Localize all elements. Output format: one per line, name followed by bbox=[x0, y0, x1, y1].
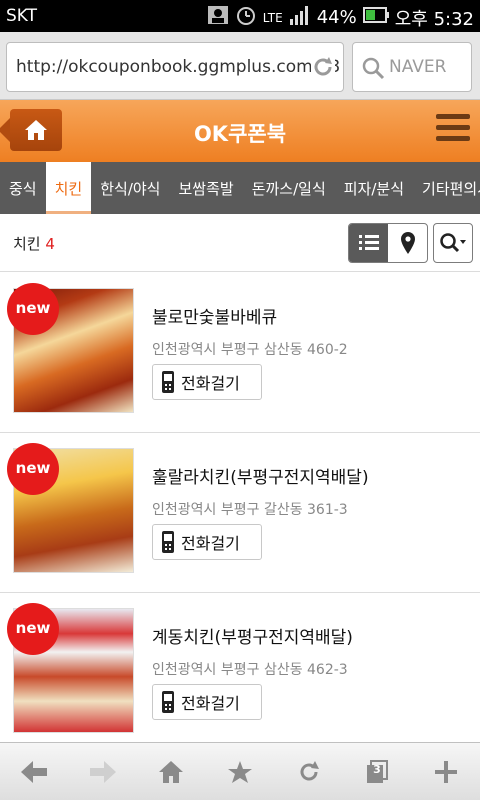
alarm-icon bbox=[235, 4, 257, 31]
tab-etc[interactable]: 기타편의시 bbox=[413, 162, 480, 214]
home-nav-button[interactable] bbox=[146, 747, 196, 797]
tabs-button[interactable]: 3 bbox=[352, 747, 402, 797]
search-placeholder: NAVER bbox=[389, 57, 447, 77]
browser-toolbar: http://okcouponbook.ggmplus.com/48 NAVER bbox=[0, 32, 480, 100]
call-label: 전화걸기 bbox=[181, 374, 240, 393]
menu-icon-bar bbox=[436, 114, 470, 119]
call-button[interactable]: 전화걸기 bbox=[152, 364, 262, 400]
store-address: 인천광역시 부평구 삼산동 460-2 bbox=[152, 342, 348, 358]
reload-icon[interactable] bbox=[311, 55, 335, 79]
store-name[interactable]: 불로만숯불바베큐 bbox=[152, 303, 277, 328]
phone-icon bbox=[162, 371, 174, 393]
view-toggle bbox=[348, 223, 428, 263]
new-badge: new bbox=[7, 283, 59, 335]
store-address: 인천광역시 부평구 삼산동 462-3 bbox=[152, 662, 348, 678]
tab-korean-night[interactable]: 한식/야식 bbox=[91, 162, 169, 214]
result-count: 치킨 4 bbox=[13, 233, 55, 254]
count-value: 4 bbox=[45, 235, 55, 253]
new-badge: new bbox=[7, 443, 59, 495]
map-pin-icon bbox=[400, 232, 415, 254]
count-label: 치킨 bbox=[13, 235, 41, 253]
bookmark-button[interactable] bbox=[215, 747, 265, 797]
tab-donkatsu[interactable]: 돈까스/일식 bbox=[243, 162, 335, 214]
tab-chinese[interactable]: 중식 bbox=[0, 162, 46, 214]
tab-pizza[interactable]: 피자/분식 bbox=[335, 162, 413, 214]
carrier-label: SKT bbox=[6, 6, 38, 26]
call-label: 전화걸기 bbox=[181, 534, 240, 553]
network-label: LTE bbox=[262, 10, 283, 25]
refresh-icon bbox=[300, 760, 319, 780]
store-name[interactable]: 훌랄라치킨(부평구전지역배달) bbox=[152, 463, 369, 488]
phone-icon bbox=[162, 531, 174, 553]
list-item[interactable]: new 계동치킨(부평구전지역배달) 인천광역시 부평구 삼산동 462-3 전… bbox=[0, 593, 480, 753]
tab-bossam[interactable]: 보쌈족발 bbox=[169, 162, 242, 214]
clock: 오후 5:32 bbox=[394, 8, 474, 30]
home-icon bbox=[159, 760, 184, 783]
forward-button[interactable] bbox=[78, 747, 128, 797]
list-icon bbox=[358, 235, 379, 250]
refresh-button[interactable] bbox=[284, 747, 334, 797]
menu-icon-bar bbox=[436, 136, 470, 141]
search-input[interactable]: NAVER bbox=[352, 42, 472, 92]
search-dropdown-icon bbox=[440, 233, 466, 253]
menu-button[interactable] bbox=[436, 114, 470, 146]
store-address: 인천광역시 부평구 갈산동 361-3 bbox=[152, 502, 348, 518]
map-view-button[interactable] bbox=[388, 224, 427, 262]
list-item[interactable]: new 불로만숯불바베큐 인천광역시 부평구 삼산동 460-2 전화걸기 bbox=[0, 273, 480, 433]
list-toolbar: 치킨 4 bbox=[0, 214, 480, 272]
call-label: 전화걸기 bbox=[181, 694, 240, 713]
forward-arrow-icon bbox=[89, 760, 116, 783]
call-button[interactable]: 전화걸기 bbox=[152, 684, 262, 720]
new-badge: new bbox=[7, 603, 59, 655]
category-tabs: 중식 치킨 한식/야식 보쌈족발 돈까스/일식 피자/분식 기타편의시 bbox=[0, 162, 480, 214]
menu-icon-bar bbox=[436, 125, 470, 130]
back-arrow-icon bbox=[21, 760, 48, 783]
url-text: http://okcouponbook.ggmplus.com/48 bbox=[16, 57, 341, 77]
star-icon bbox=[227, 760, 252, 783]
status-bar: SKT LTE 44% 오후 5:32 bbox=[0, 0, 480, 32]
phone-icon bbox=[162, 691, 174, 713]
store-list: new 불로만숯불바베큐 인천광역시 부평구 삼산동 460-2 전화걸기 ne… bbox=[0, 273, 480, 753]
back-button[interactable] bbox=[9, 747, 59, 797]
battery-percent: 44% bbox=[316, 7, 357, 28]
new-tab-button[interactable] bbox=[421, 747, 471, 797]
plus-icon bbox=[434, 760, 457, 783]
tab-chicken[interactable]: 치킨 bbox=[45, 162, 92, 214]
contact-icon bbox=[207, 5, 229, 30]
search-icon bbox=[361, 56, 385, 80]
app-header: OK쿠폰북 bbox=[0, 100, 480, 162]
page-title: OK쿠폰북 bbox=[193, 122, 287, 146]
list-view-button[interactable] bbox=[349, 224, 388, 262]
store-name[interactable]: 계동치킨(부평구전지역배달) bbox=[152, 623, 353, 648]
signal-icon bbox=[289, 5, 311, 30]
tabs-count: 3 bbox=[373, 762, 381, 776]
browser-bottom-nav: 3 bbox=[0, 742, 480, 800]
search-filter-button[interactable] bbox=[433, 223, 473, 263]
call-button[interactable]: 전화걸기 bbox=[152, 524, 262, 560]
list-item[interactable]: new 훌랄라치킨(부평구전지역배달) 인천광역시 부평구 갈산동 361-3 … bbox=[0, 433, 480, 593]
battery-icon bbox=[362, 6, 389, 29]
url-field[interactable]: http://okcouponbook.ggmplus.com/48 bbox=[6, 42, 344, 92]
